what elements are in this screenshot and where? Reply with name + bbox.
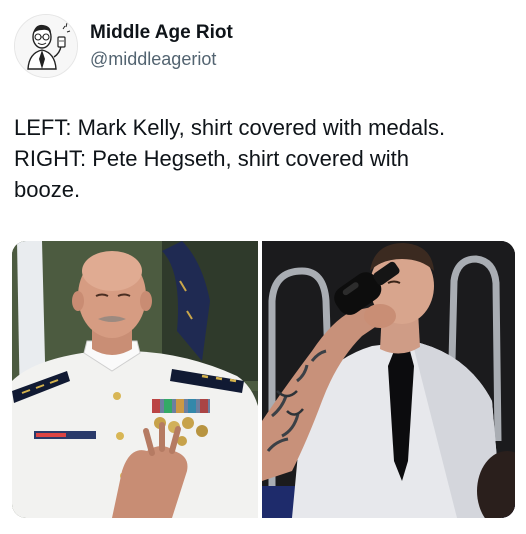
tweet-text-line: RIGHT: Pete Hegseth, shirt covered with [14,146,409,171]
photo-right-image [262,241,515,518]
tweet-text-line: LEFT: Mark Kelly, shirt covered with med… [14,115,446,140]
photo-left[interactable] [12,241,258,518]
tweet-header: Middle Age Riot @middleageriot [14,14,233,78]
tweet-card: Middle Age Riot @middleageriot LEFT: Mar… [0,0,526,534]
avatar[interactable] [14,14,78,78]
author-handle[interactable]: @middleageriot [90,47,233,71]
tweet-media [12,241,515,518]
photo-left-image [12,241,258,518]
author-names: Middle Age Riot @middleageriot [90,21,233,71]
tweet-text-line: booze. [14,177,81,202]
tweet-text: LEFT: Mark Kelly, shirt covered with med… [14,112,514,205]
photo-right[interactable] [262,241,515,518]
cartoon-man-drinking-icon [15,15,77,77]
author-display-name[interactable]: Middle Age Riot [90,21,233,45]
